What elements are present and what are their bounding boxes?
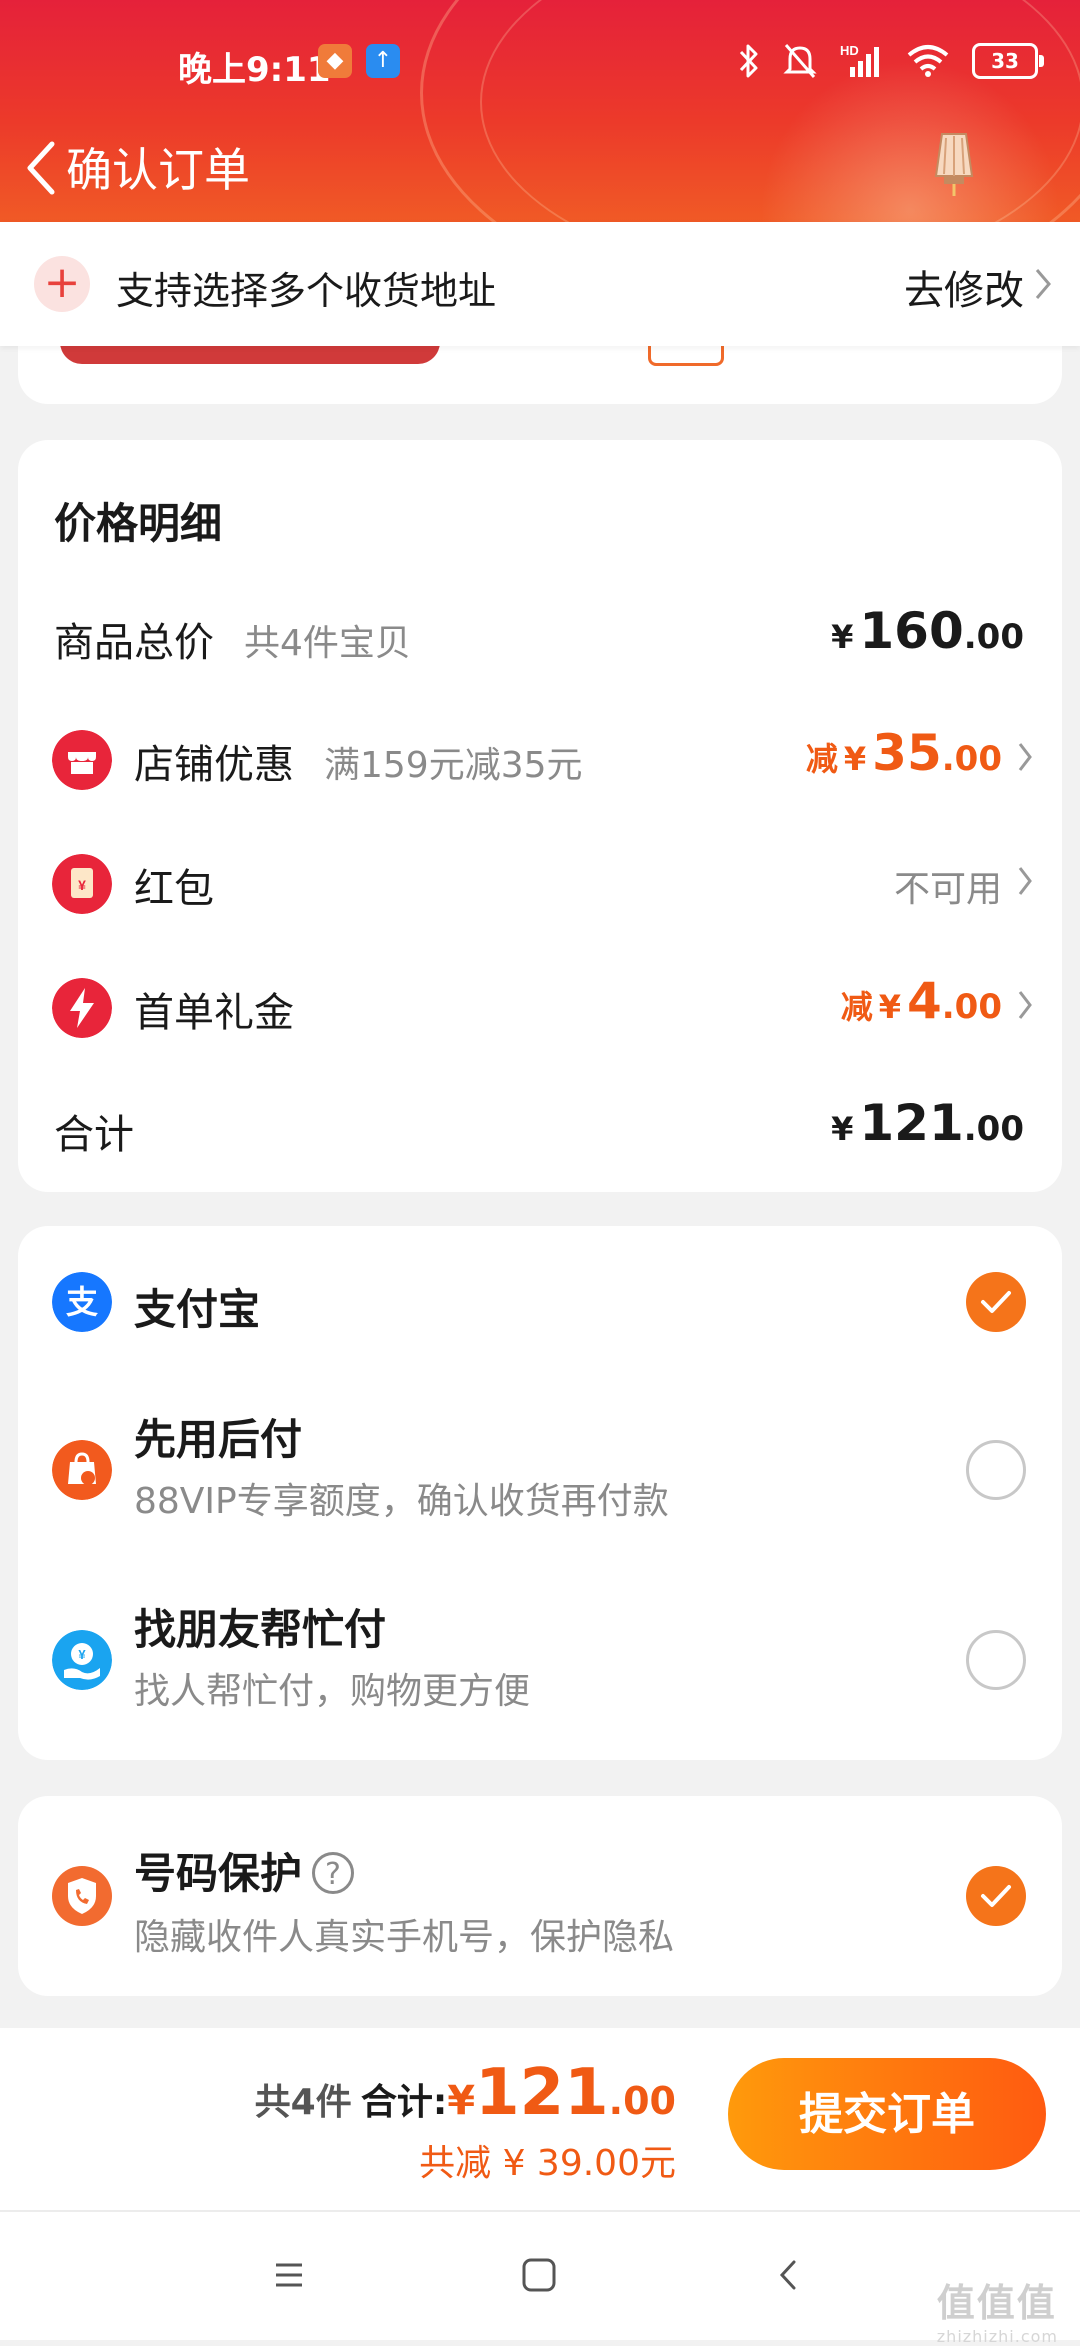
lantern-icon[interactable] — [932, 128, 976, 198]
system-navigation-bar: 值值值 zhizhizhi.com — [0, 2212, 1080, 2346]
chevron-right-icon — [1018, 743, 1032, 771]
page-title: 确认订单 — [66, 143, 250, 197]
friend-pay-desc: 找人帮忙付，购物更方便 — [134, 1671, 531, 1712]
shop-discount-row[interactable]: 店铺优惠 满159元减35元 减 ¥35.00 — [18, 710, 1062, 800]
friend-pay-icon: ¥ — [52, 1630, 112, 1690]
payment-method-card: 支 支付宝 先用后付 88VIP专享额度，确认收货再付款 ¥ 找朋友帮忙付 找人… — [18, 1226, 1062, 1760]
shop-discount-label: 店铺优惠 — [134, 742, 294, 788]
check-icon — [981, 1291, 1011, 1313]
battery-icon: 33 — [972, 43, 1044, 79]
lightning-icon — [52, 978, 112, 1038]
chevron-right-icon — [1035, 269, 1051, 299]
first-order-gift-label: 首单礼金 — [134, 990, 294, 1036]
bluetooth-icon — [739, 44, 758, 78]
shop-icon — [52, 730, 112, 790]
pay-later-title: 先用后付 — [134, 1415, 303, 1464]
total-decimal: .00 — [608, 2079, 676, 2123]
phone-protection-desc: 隐藏收件人真实手机号，保护隐私 — [134, 1917, 675, 1958]
friend-pay-title: 找朋友帮忙付 — [134, 1605, 387, 1654]
status-icons: HD 33 — [738, 36, 1044, 86]
alipay-radio-selected[interactable] — [966, 1272, 1026, 1332]
modify-link[interactable]: 去修改 — [904, 258, 1024, 316]
total-label: 合计: — [360, 2082, 448, 2123]
svg-text:支: 支 — [66, 1283, 98, 1321]
upload-notification-icon: ↑ — [366, 44, 400, 78]
pay-later-desc: 88VIP专享额度，确认收货再付款 — [134, 1481, 669, 1522]
red-packet-label: 红包 — [134, 866, 214, 912]
chevron-right-icon — [1018, 867, 1032, 895]
price-detail-card: 价格明细 商品总价 共4件宝贝 ¥160.00 店铺优惠 满159元减35元 减… — [18, 440, 1062, 1192]
phone-shield-icon — [52, 1866, 112, 1926]
mute-bell-icon — [783, 44, 817, 78]
first-order-gift-value: 减 ¥4.00 — [840, 972, 1002, 1030]
item-count: 共4件 — [254, 2082, 352, 2123]
status-time: 晚上9:11 — [178, 50, 331, 90]
back-button[interactable] — [18, 128, 68, 208]
first-order-gift-row[interactable]: 首单礼金 减 ¥4.00 — [18, 958, 1062, 1048]
check-icon — [981, 1885, 1011, 1907]
goods-total-value: ¥160.00 — [831, 602, 1024, 660]
friend-pay-radio[interactable] — [966, 1630, 1026, 1690]
subtotal-value: ¥121.00 — [831, 1094, 1024, 1152]
svg-text:¥: ¥ — [78, 877, 86, 893]
total-integer: 121 — [475, 2056, 609, 2130]
payment-option-alipay[interactable]: 支 支付宝 — [18, 1226, 1062, 1376]
plus-icon: + — [34, 256, 90, 312]
watermark-text: 值值值 — [936, 2281, 1057, 2325]
back-nav-icon[interactable] — [764, 2250, 814, 2300]
nav-bar: 确认订单 — [0, 120, 1080, 222]
svg-text:¥: ¥ — [78, 1647, 86, 1662]
subtotal-row: 合计 ¥121.00 — [18, 1080, 1062, 1170]
goods-total-row: 商品总价 共4件宝贝 ¥160.00 — [18, 588, 1062, 678]
red-packet-icon: ¥ — [52, 854, 112, 914]
chevron-right-icon — [1018, 991, 1032, 1019]
subtotal-label: 合计 — [54, 1112, 134, 1158]
watermark: 值值值 zhizhizhi.com — [937, 2272, 1058, 2346]
status-bar: 晚上9:11 ◆ ↑ HD 33 — [0, 0, 1080, 120]
total-currency: ¥ — [447, 2078, 476, 2124]
checkout-bar: 共4件 合计:¥121.00 共减 ¥ 39.00元 提交订单 — [0, 2028, 1080, 2212]
help-icon[interactable]: ? — [312, 1851, 355, 1894]
shop-discount-value: 减 ¥35.00 — [805, 724, 1002, 782]
watermark-url: zhizhizhi.com — [936, 2327, 1058, 2346]
goods-total-label: 商品总价 — [54, 620, 214, 666]
goods-count: 共4件宝贝 — [244, 623, 411, 664]
pay-later-icon — [52, 1440, 112, 1500]
phone-protection-title: 号码保护? — [134, 1840, 355, 1901]
order-total: 共4件 合计:¥121.00 — [255, 2056, 676, 2130]
multi-address-notice[interactable]: + 支持选择多个收货地址 去修改 — [0, 222, 1080, 346]
header: 晚上9:11 ◆ ↑ HD 33 确认订单 — [0, 0, 1080, 222]
red-packet-row[interactable]: ¥ 红包 不可用 — [18, 834, 1062, 924]
price-detail-title: 价格明细 — [54, 499, 223, 548]
total-saved: 共减 ¥ 39.00元 — [419, 2143, 676, 2184]
phone-protection-toggle-selected[interactable] — [966, 1866, 1026, 1926]
alipay-icon: 支 — [52, 1272, 112, 1332]
submit-order-button[interactable]: 提交订单 — [728, 2058, 1046, 2170]
pay-later-radio[interactable] — [966, 1440, 1026, 1500]
notice-text: 支持选择多个收货地址 — [116, 269, 497, 313]
red-packet-status: 不可用 — [893, 869, 1002, 910]
menu-icon[interactable] — [264, 2250, 314, 2300]
alipay-title: 支付宝 — [134, 1285, 261, 1334]
app-notification-icon: ◆ — [318, 44, 352, 78]
wifi-icon — [907, 45, 949, 77]
home-icon[interactable] — [514, 2250, 564, 2300]
payment-option-pay-later[interactable]: 先用后付 88VIP专享额度，确认收货再付款 — [18, 1376, 1062, 1566]
payment-option-friend-pay[interactable]: ¥ 找朋友帮忙付 找人帮忙付，购物更方便 — [18, 1566, 1062, 1760]
signal-icon: HD — [840, 43, 879, 77]
phone-protection-card: 号码保护? 隐藏收件人真实手机号，保护隐私 — [18, 1796, 1062, 1996]
shop-discount-rule: 满159元减35元 — [324, 745, 583, 786]
svg-text:HD: HD — [840, 43, 859, 58]
